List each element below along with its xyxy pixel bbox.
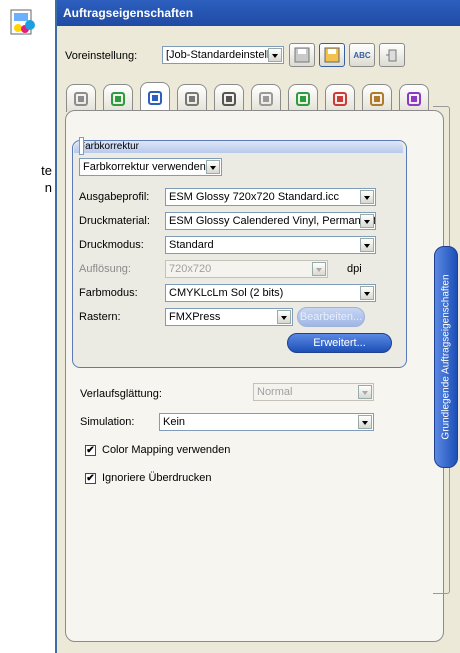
layers-tab[interactable] [362, 84, 392, 112]
tile-icon [259, 91, 273, 106]
row-select[interactable]: FMXPress [165, 308, 293, 326]
simulation-value: Kein [163, 416, 186, 428]
row-label: Farbmodus: [79, 287, 138, 299]
side-tab-label: Grundlegende Auftragseigenschaften [440, 274, 452, 440]
save-icon [294, 47, 310, 63]
row-select[interactable]: ESM Glossy 720x720 Standard.icc [165, 188, 376, 206]
mode-value: Farbkorrektur verwenden [83, 161, 206, 173]
background-text: n [44, 180, 52, 195]
row-value: ESM Glossy Calendered Vinyl, Permanent A… [169, 215, 376, 227]
chevron-down-icon [358, 385, 372, 399]
ignore-overprint-label: Ignoriere Überdrucken [102, 472, 212, 484]
step-icon [296, 91, 310, 106]
row-select[interactable]: 720x720 [165, 260, 328, 278]
preset-label: Voreinstellung: [65, 50, 138, 62]
row-value: CMYKLcLm Sol (2 bits) [169, 287, 284, 299]
properties-panel: Auftragseigenschaften Voreinstellung: [J… [55, 0, 460, 653]
abc-button[interactable]: ABC [349, 43, 375, 67]
color-tab[interactable] [140, 82, 170, 112]
simulation-label: Simulation: [80, 416, 135, 428]
row-select[interactable]: Standard [165, 236, 376, 254]
chevron-down-icon [358, 415, 372, 429]
chevron-down-icon [360, 238, 374, 252]
general-tab[interactable] [66, 84, 96, 112]
marks-icon [333, 91, 347, 106]
media-icon [185, 91, 199, 106]
row-value: 720x720 [169, 263, 212, 275]
chevron-down-icon [312, 262, 326, 276]
cut-tab[interactable] [214, 84, 244, 112]
color-correction-mode-select[interactable]: Farbkorrektur verwenden [79, 158, 222, 176]
layers-icon [370, 91, 384, 106]
color-icon [148, 90, 162, 105]
color-mapping-checkbox[interactable]: ✔ [85, 445, 96, 456]
chevron-down-icon [277, 310, 291, 324]
row-label: Ausgabeprofil: [79, 191, 150, 203]
layout-icon [111, 91, 125, 106]
row-label: Auflösung: [79, 263, 131, 275]
edit-screening-button[interactable]: Bearbeiten... [297, 307, 365, 327]
abc-icon: ABC [353, 50, 371, 60]
row-label: Druckmodus: [79, 239, 144, 251]
row-label: Druckmaterial: [79, 215, 150, 227]
chevron-down-icon [268, 48, 282, 62]
basic-properties-side-tab[interactable]: Grundlegende Auftragseigenschaften [434, 246, 458, 468]
smoothing-select[interactable]: Normal [253, 383, 374, 401]
save-as-icon [324, 47, 340, 63]
row-label: Rastern: [79, 311, 121, 323]
save-button[interactable] [289, 43, 315, 67]
step-tab[interactable] [288, 84, 318, 112]
simulation-select[interactable]: Kein [159, 413, 374, 431]
general-icon [74, 91, 88, 106]
smoothing-value: Normal [257, 386, 293, 398]
chevron-down-icon [360, 190, 374, 204]
resolution-unit: dpi [347, 263, 362, 275]
save-as-button[interactable] [319, 43, 345, 67]
tile-tab[interactable] [251, 84, 281, 112]
row-select[interactable]: ESM Glossy Calendered Vinyl, Permanent A… [165, 212, 376, 230]
marks-tab[interactable] [325, 84, 355, 112]
chevron-down-icon [206, 160, 220, 174]
preset-value: [Job-Standardeinstellun [166, 49, 282, 61]
chevron-down-icon [360, 286, 374, 300]
row-value: FMXPress [169, 311, 221, 323]
edit-icon [407, 91, 421, 106]
background-text: te [41, 163, 52, 178]
app-icon[interactable] [8, 8, 38, 38]
preset-select[interactable]: [Job-Standardeinstellun [162, 46, 284, 64]
row-select[interactable]: CMYKLcLm Sol (2 bits) [165, 284, 376, 302]
advanced-button[interactable]: Erweitert... [287, 333, 392, 353]
delete-button[interactable] [379, 43, 405, 67]
window-title: Auftragseigenschaften [57, 0, 460, 26]
delete-icon [386, 49, 397, 62]
smoothing-label: Verlaufsglättung: [80, 388, 162, 400]
row-value: Standard [169, 239, 214, 251]
ignore-overprint-checkbox[interactable]: ✔ [85, 473, 96, 484]
media-tab[interactable] [177, 84, 207, 112]
group-title: Farbkorrektur [79, 141, 140, 152]
color-mapping-label: Color Mapping verwenden [102, 444, 231, 456]
cut-icon [222, 91, 236, 106]
edit-tab[interactable] [399, 84, 429, 112]
chevron-down-icon [360, 214, 374, 228]
row-value: ESM Glossy 720x720 Standard.icc [169, 191, 339, 203]
layout-tab[interactable] [103, 84, 133, 112]
